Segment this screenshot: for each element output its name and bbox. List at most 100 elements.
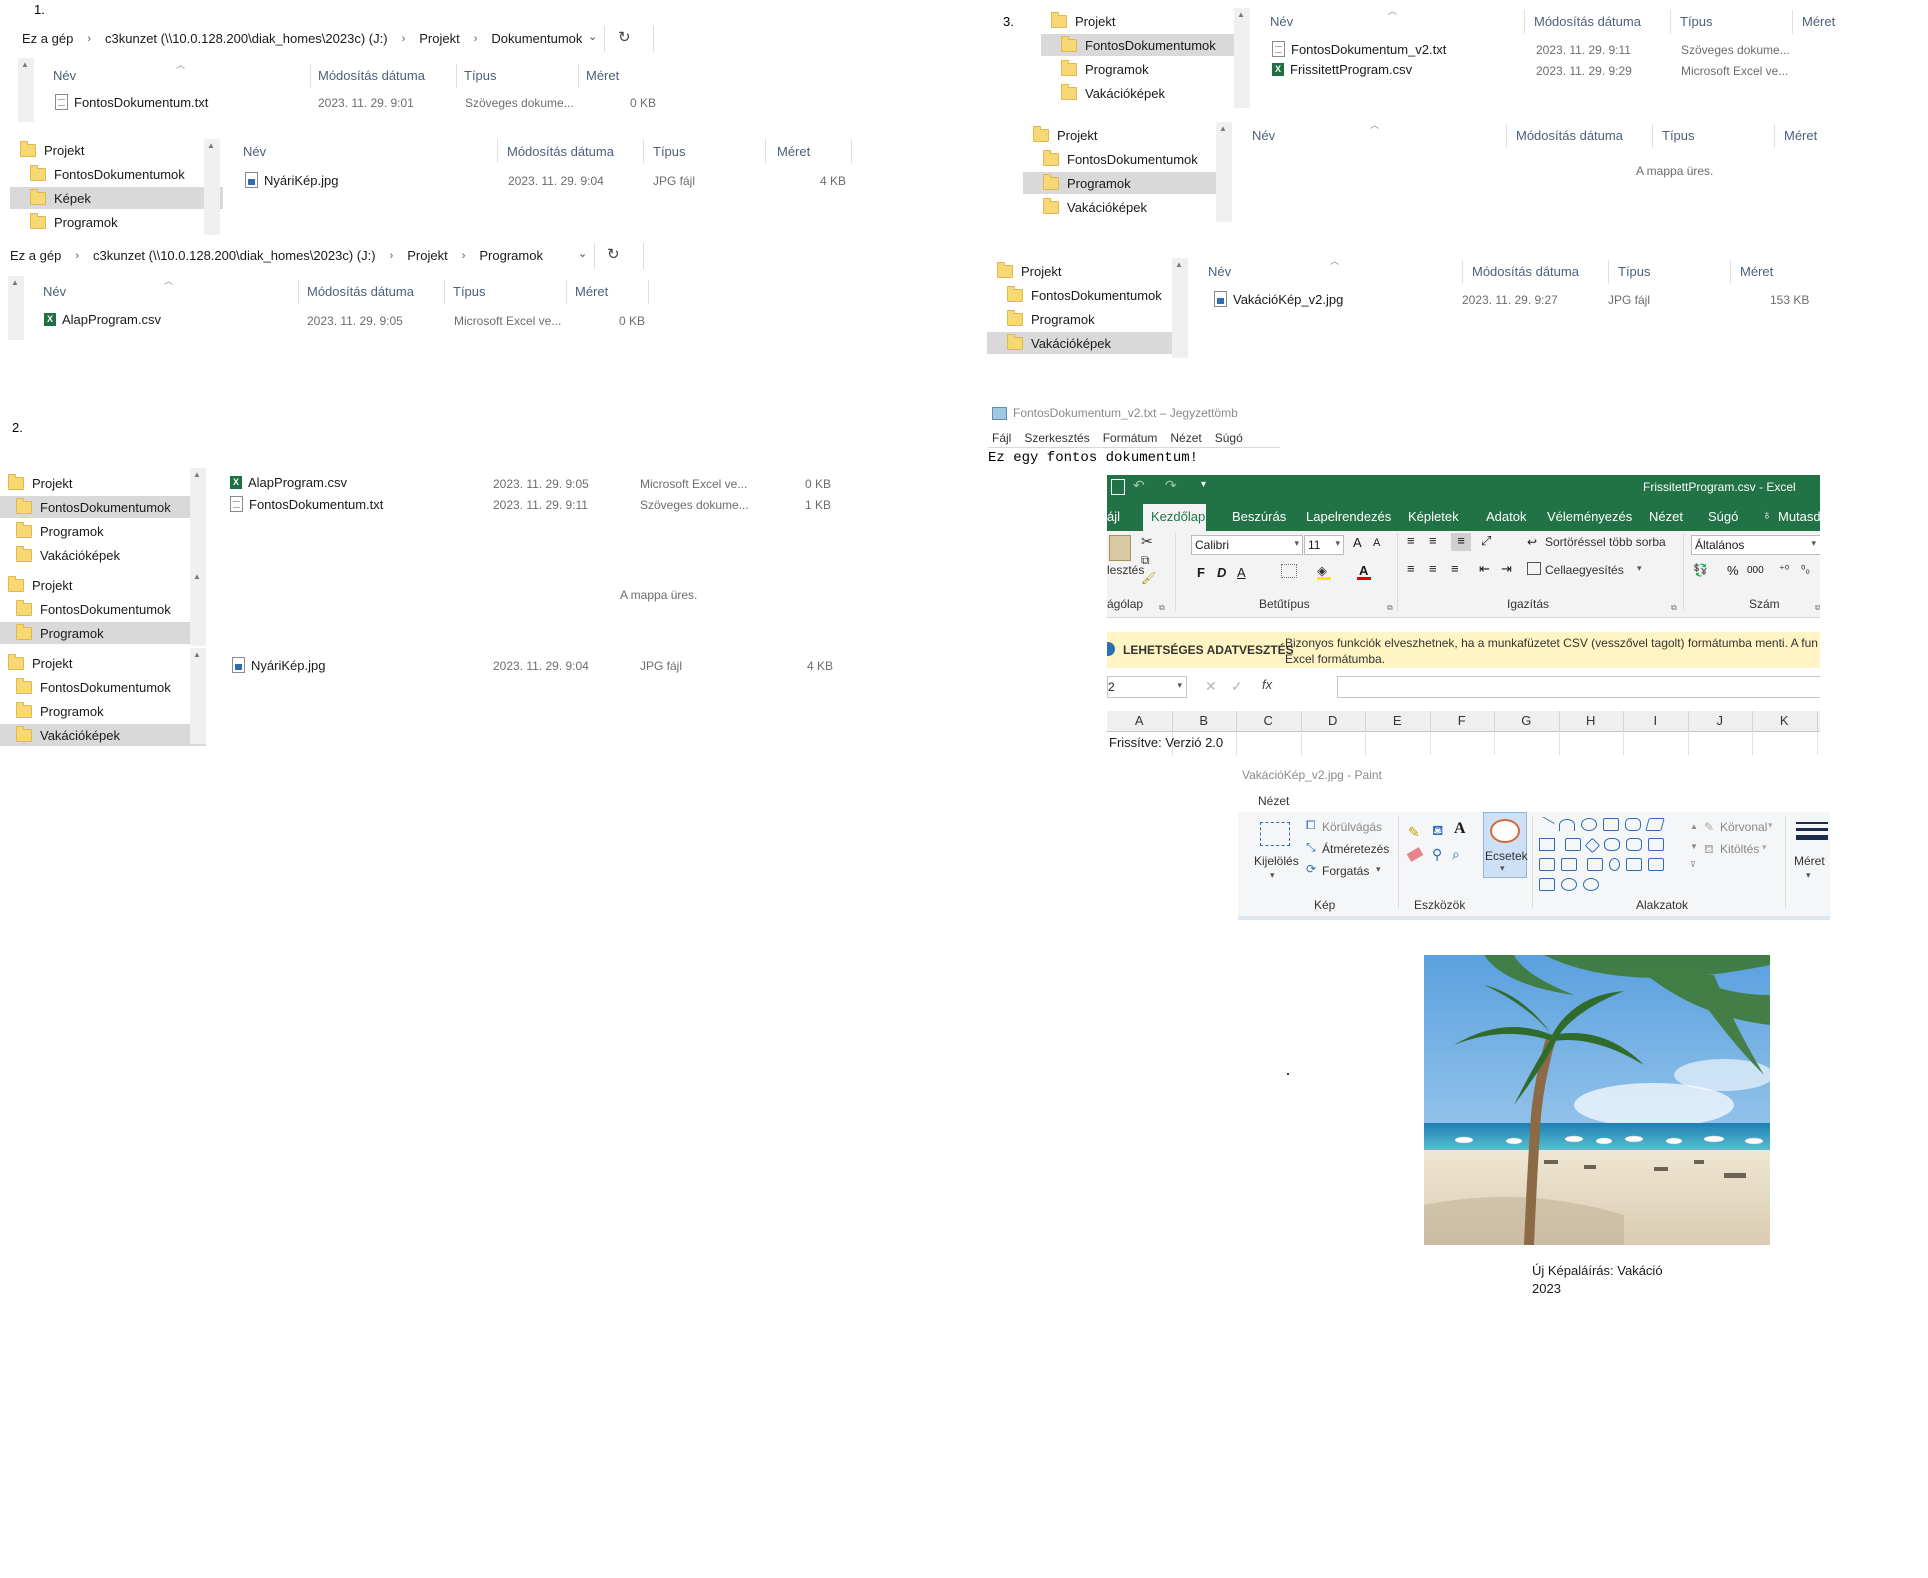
text-tool-icon[interactable]: A: [1454, 820, 1466, 838]
breadcrumb-this-pc[interactable]: Ez a gép: [22, 31, 73, 46]
crop-button[interactable]: Körülvágás: [1322, 820, 1382, 834]
tree-item-programok[interactable]: Programok: [0, 622, 206, 644]
breadcrumb-drive[interactable]: c3kunzet (\\10.0.128.200\diak_homes\2023…: [93, 248, 376, 263]
tree-item-programok[interactable]: Programok: [0, 700, 206, 722]
cut-icon[interactable]: ✂: [1141, 533, 1153, 550]
format-painter-icon[interactable]: 🖌: [1141, 571, 1156, 585]
shape-diamond-icon[interactable]: [1584, 837, 1600, 854]
dialog-launcher-icon[interactable]: ⧉: [1387, 603, 1393, 613]
rotate-button[interactable]: Forgatás: [1322, 864, 1369, 878]
scrollbar[interactable]: [1234, 8, 1250, 108]
column-header-name[interactable]: Név: [243, 144, 266, 159]
breadcrumb-this-pc[interactable]: Ez a gép: [10, 248, 61, 263]
column-header-k[interactable]: K: [1752, 711, 1818, 731]
shape-hexagon-icon[interactable]: [1625, 838, 1642, 851]
tree-item-programok[interactable]: Programok: [987, 308, 1197, 330]
file-row[interactable]: FontosDokumentum.txt 2023. 11. 29. 9:11 …: [230, 495, 850, 515]
shape-callout-cloud-icon[interactable]: [1583, 878, 1599, 891]
tree-item-programok[interactable]: Programok: [10, 211, 220, 233]
file-row[interactable]: X AlapProgram.csv 2023. 11. 29. 9:05 Micr…: [44, 311, 654, 331]
resize-button[interactable]: Átméretezés: [1322, 842, 1389, 856]
pencil-icon[interactable]: ✎: [1408, 824, 1420, 841]
magnifier-icon[interactable]: ⌕: [1452, 846, 1460, 863]
insert-function-button[interactable]: fx: [1262, 677, 1272, 692]
align-left-icon[interactable]: ≡: [1407, 561, 1415, 576]
shape-right-arrow-icon[interactable]: [1647, 838, 1664, 851]
tree-item-fontosdokumentumok[interactable]: FontosDokumentumok: [0, 598, 206, 620]
cancel-icon[interactable]: ✕: [1205, 678, 1217, 695]
tree-item-fontosdokumentumok[interactable]: FontosDokumentumok: [0, 676, 206, 698]
tab-view[interactable]: Nézet: [1258, 794, 1289, 808]
tree-item-projekt[interactable]: Projekt: [1023, 124, 1223, 146]
align-bottom-icon[interactable]: ≡: [1451, 533, 1471, 551]
brushes-button[interactable]: Ecsetek ▾: [1483, 812, 1528, 878]
breadcrumb-projekt[interactable]: Projekt: [407, 248, 447, 263]
shape-curve-icon[interactable]: [1559, 819, 1575, 831]
align-center-icon[interactable]: ≡: [1429, 561, 1437, 576]
size-icon[interactable]: [1796, 822, 1828, 842]
refresh-icon[interactable]: ↻: [607, 245, 620, 263]
select-button[interactable]: Kijelölés: [1254, 854, 1299, 868]
decrease-decimal-icon[interactable]: ⁰₀: [1801, 563, 1810, 576]
save-icon[interactable]: [1111, 479, 1125, 495]
tree-item-kepek[interactable]: Képek: [10, 187, 223, 209]
column-header-size[interactable]: Méret: [586, 68, 619, 83]
shape-callout-oval-icon[interactable]: [1561, 878, 1577, 891]
crop-icon[interactable]: ⧠: [1306, 818, 1316, 833]
column-header-date[interactable]: Módosítás dátuma: [1534, 14, 1641, 29]
column-header-name[interactable]: Név: [53, 68, 76, 83]
dialog-launcher-icon[interactable]: ⧉: [1159, 603, 1165, 613]
shape-pentagon-icon[interactable]: [1603, 838, 1620, 851]
comma-button[interactable]: 000: [1747, 565, 1764, 576]
dialog-launcher-icon[interactable]: ⧉: [1815, 603, 1820, 613]
color-picker-icon[interactable]: ⚲: [1432, 846, 1442, 863]
tab-tell-me[interactable]: Mutasd: [1778, 509, 1820, 524]
tree-item-projekt[interactable]: Projekt: [10, 139, 210, 161]
decrease-indent-icon[interactable]: ⇤: [1479, 561, 1490, 577]
shape-four-point-star-icon[interactable]: [1608, 858, 1620, 871]
name-box[interactable]: 2 ▾: [1107, 676, 1187, 698]
shape-oval-icon[interactable]: [1581, 818, 1597, 831]
tree-item-projekt[interactable]: Projekt: [1041, 10, 1241, 32]
shape-polygon-icon[interactable]: [1645, 818, 1665, 831]
column-header-name[interactable]: Név: [1270, 14, 1293, 29]
column-header-g[interactable]: G: [1494, 711, 1560, 731]
column-header-name[interactable]: Név: [43, 284, 66, 299]
chevron-down-icon[interactable]: ▾: [1806, 870, 1811, 881]
scrollbar[interactable]: [190, 648, 206, 744]
shape-up-arrow-icon[interactable]: [1561, 858, 1577, 871]
bold-button[interactable]: F: [1197, 565, 1205, 580]
tree-item-vakaciokepek[interactable]: Vakációképek: [1023, 196, 1233, 218]
scrollbar[interactable]: [1216, 122, 1232, 222]
fill-icon[interactable]: ⛾: [1704, 842, 1714, 858]
tab-formulas[interactable]: Képletek: [1408, 509, 1459, 524]
select-icon[interactable]: [1260, 822, 1290, 846]
chevron-down-icon[interactable]: ▾: [1270, 870, 1275, 881]
tree-item-fontosdokumentumok[interactable]: FontosDokumentumok: [0, 496, 206, 518]
tab-view[interactable]: Nézet: [1649, 509, 1683, 524]
file-row[interactable]: FontosDokumentum_v2.txt 2023. 11. 29. 9:…: [1272, 40, 1922, 60]
column-header-i[interactable]: I: [1623, 711, 1689, 731]
file-row[interactable]: NyáriKép.jpg 2023. 11. 29. 9:04 JPG fájl…: [245, 171, 855, 191]
tree-item-programok[interactable]: Programok: [1041, 58, 1251, 80]
file-row[interactable]: FontosDokumentum.txt 2023. 11. 29. 9:01 …: [55, 93, 656, 113]
merge-cells-button[interactable]: Cellaegyesítés: [1545, 563, 1624, 577]
tree-item-projekt[interactable]: Projekt: [0, 574, 198, 596]
column-header-date[interactable]: Módosítás dátuma: [507, 144, 614, 159]
shape-left-arrow-icon[interactable]: [1539, 858, 1555, 871]
column-header-h[interactable]: H: [1559, 711, 1624, 731]
currency-icon[interactable]: 💱: [1693, 563, 1708, 577]
tab-help[interactable]: Súgó: [1708, 509, 1738, 524]
scroll-up-icon[interactable]: ▲: [1690, 822, 1698, 831]
chevron-down-icon[interactable]: ▾: [1762, 842, 1767, 853]
scrollbar[interactable]: [204, 139, 220, 235]
shape-line-icon[interactable]: [1536, 816, 1556, 834]
shape-down-arrow-icon[interactable]: [1586, 858, 1603, 871]
breadcrumb-dokumentumok[interactable]: Dokumentumok: [491, 31, 582, 46]
rotate-icon[interactable]: ⟳: [1306, 862, 1316, 876]
tab-data[interactable]: Adatok: [1486, 509, 1526, 524]
column-header-type[interactable]: Típus: [1662, 128, 1695, 143]
menu-help[interactable]: Súgó: [1215, 431, 1243, 445]
grow-font-icon[interactable]: A: [1353, 535, 1362, 550]
align-right-icon[interactable]: ≡: [1451, 561, 1459, 576]
